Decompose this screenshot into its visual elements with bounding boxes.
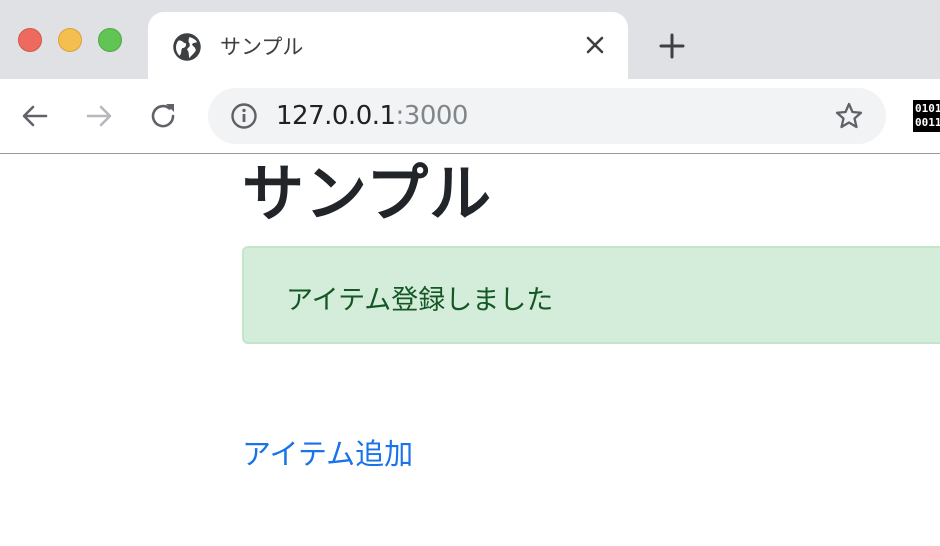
reload-icon[interactable] <box>147 99 181 133</box>
info-icon[interactable] <box>230 102 258 130</box>
browser-toolbar: 127.0.0.1:3000 0101 0011 <box>0 79 940 154</box>
page-title: サンプル <box>242 157 493 230</box>
add-item-link[interactable]: アイテム追加 <box>242 431 413 473</box>
globe-icon <box>173 33 201 61</box>
url-host: 127.0.0.1 <box>276 101 396 131</box>
tab-strip: サンプル <box>0 0 940 79</box>
binary-extension-icon[interactable]: 0101 0011 <box>913 100 940 132</box>
back-arrow-icon[interactable] <box>18 99 52 133</box>
page-content: サンプル アイテム登録しました アイテム追加 <box>0 154 940 546</box>
browser-window: サンプル 127.0.0.1:3000 0101 0011 サンプル アイテム登… <box>0 0 940 546</box>
bookmark-star-icon[interactable] <box>834 101 864 131</box>
close-tab-icon[interactable] <box>584 34 606 56</box>
new-tab-icon[interactable] <box>657 31 687 61</box>
minimize-window-button[interactable] <box>58 28 82 52</box>
tab-active[interactable]: サンプル <box>148 12 628 79</box>
zoom-window-button[interactable] <box>98 28 122 52</box>
alert-message: アイテム登録しました <box>286 285 554 316</box>
close-window-button[interactable] <box>18 28 42 52</box>
forward-arrow-icon[interactable] <box>82 99 116 133</box>
address-bar[interactable]: 127.0.0.1:3000 <box>208 88 886 144</box>
success-alert: アイテム登録しました <box>242 246 940 344</box>
tab-title: サンプル <box>220 35 304 59</box>
url-port: :3000 <box>395 101 469 131</box>
url-text[interactable]: 127.0.0.1:3000 <box>276 101 468 131</box>
